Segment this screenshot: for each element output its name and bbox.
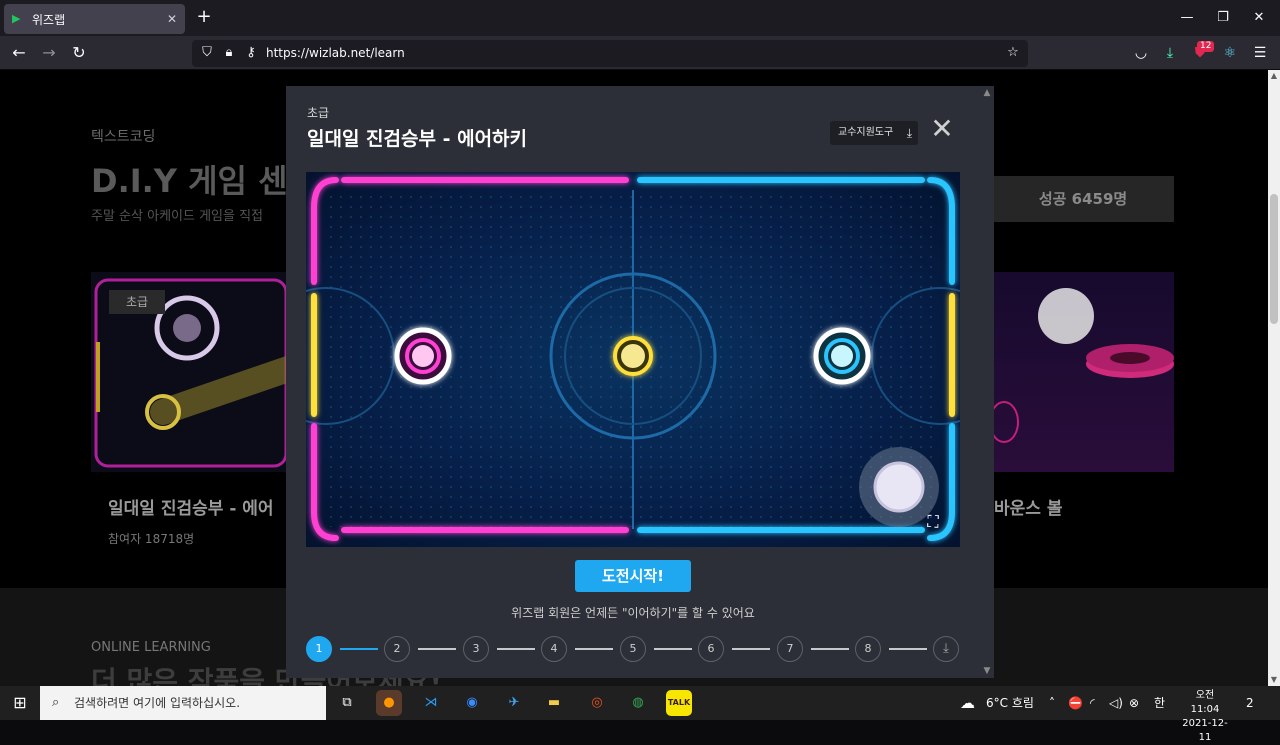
step-7[interactable]: 7 [777,636,803,662]
reload-icon[interactable]: ↻ [68,42,90,64]
step-connector [340,648,378,650]
game-detail-modal: 초급 일대일 진검승부 - 에어하키 교수지원도구 ⤓ ✕ ⛶ 도전시작! 위즈… [286,86,994,678]
scroll-up-arrow-icon[interactable]: ▲ [1268,70,1280,82]
weather-text[interactable]: 6°C 흐림 [986,686,1034,720]
lesson-stepper: 1 2 3 4 5 6 7 8 ⤓ [306,636,960,662]
card-participant-count: 참여자 18718명 [108,532,195,546]
bookmark-star-icon[interactable]: ☆ [1004,44,1022,62]
search-placeholder: 검색하려면 여기에 입력하십시오. [74,696,241,710]
online-learning-label: ONLINE LEARNING [91,640,211,655]
category-label: 텍스트코딩 [91,129,156,145]
telegram-icon[interactable]: ✈ [501,690,527,716]
step-connector [497,648,535,650]
start-challenge-button[interactable]: 도전시작! [575,560,691,592]
step-connector [418,648,456,650]
download-icon[interactable]: ⤓ [1159,42,1181,64]
vscode-icon[interactable]: ⋊ [418,690,444,716]
back-arrow-icon[interactable]: ← [8,42,30,64]
card-level-badge: 초급 [109,290,165,314]
step-connector [732,648,770,650]
card-title-right[interactable]: 바운스 볼 [994,494,1062,519]
tab-wizlab[interactable]: ▶ 위즈랩 ✕ [4,4,185,34]
success-count-badge: 성공 6459명 [992,176,1174,222]
address-bar[interactable]: ⛉ 🔒︎ ⚷ https://wizlab.net/learn ☆ [192,40,1028,67]
system-clock[interactable]: 오전 11:04 2021-12-11 [1180,689,1230,745]
step-3[interactable]: 3 [463,636,489,662]
modal-scroll-down-icon[interactable]: ▼ [980,666,994,676]
download-icon: ⤓ [906,126,912,140]
step-connector [575,648,613,650]
wifi-icon[interactable]: ◜ [1090,686,1095,720]
firefox-icon[interactable]: ● [376,690,402,716]
modal-level-label: 초급 [307,106,330,120]
tab-close-icon[interactable]: ✕ [167,12,177,26]
air-hockey-field [306,177,960,541]
forward-arrow-icon[interactable]: → [38,42,60,64]
step-connector [654,648,692,650]
page-subtitle: 주말 순삭 아케이드 게임을 직접 [91,209,264,224]
page-headline: D.I.Y 게임 센터 [91,162,317,200]
modal-title: 일대일 진검승부 - 에어하키 [307,128,528,150]
game-card-thumbnail-right[interactable] [989,272,1174,472]
volume-icon[interactable]: ◁) [1109,686,1123,720]
step-1[interactable]: 1 [306,636,332,662]
tray-app-icon[interactable]: ⛔ [1068,686,1083,720]
tray-expand-icon[interactable]: ˄ [1049,686,1055,720]
step-connector [811,648,849,650]
file-explorer-icon[interactable]: ▬ [541,690,567,716]
air-hockey-game-canvas[interactable]: ⛶ [306,172,960,547]
scrollbar-thumb[interactable] [1270,194,1278,324]
url-text[interactable]: https://wizlab.net/learn [266,46,405,60]
react-devtools-icon[interactable]: ⚛ [1219,42,1241,64]
ubuntu-icon[interactable]: ◎ [584,690,610,716]
page-scrollbar[interactable]: ▲ ▼ [1268,70,1280,686]
shield-icon[interactable]: ⛉ [198,44,216,62]
clock-date: 2021-12-11 [1182,718,1228,743]
ime-indicator[interactable]: 한 [1154,686,1165,720]
clock-time: 오전 11:04 [1190,690,1220,715]
wizlab-favicon-icon: ▶ [12,12,21,25]
step-2[interactable]: 2 [384,636,410,662]
step-connector [889,648,927,650]
tray-close-icon[interactable]: ⊗ [1129,686,1139,720]
windows-start-icon[interactable]: ⊞ [0,686,40,720]
windows-taskbar: ⊞ ⌕ 검색하려면 여기에 입력하십시오. ⧉ ● ⋊ ◉ ✈ ▬ ◎ ◍ TA… [0,686,1280,743]
modal-scroll-up-icon[interactable]: ▲ [980,88,994,98]
step-6[interactable]: 6 [698,636,724,662]
tab-title: 위즈랩 [32,12,66,27]
teacher-tool-button[interactable]: 교수지원도구 ⤓ [830,121,918,145]
menu-icon[interactable]: ☰ [1249,42,1271,64]
modal-scrollbar[interactable]: ▲ ▼ [980,86,994,678]
card-title-left[interactable]: 일대일 진검승부 - 에어 [108,494,274,519]
nav-toolbar: ← → ↻ ⛉ 🔒︎ ⚷ https://wizlab.net/learn ☆ … [0,36,1280,70]
kakaotalk-icon[interactable]: TALK [666,690,692,716]
lock-icon[interactable]: 🔒︎ [220,44,238,62]
pocket-icon[interactable]: ◡ [1130,42,1152,64]
new-tab-button[interactable]: + [194,7,214,27]
key-icon[interactable]: ⚷ [242,44,260,62]
extension-badge: 12 [1197,41,1215,52]
teacher-tool-label: 교수지원도구 [838,127,894,138]
step-8[interactable]: 8 [855,636,881,662]
fullscreen-icon[interactable]: ⛶ [922,511,944,533]
search-icon: ⌕ [52,695,60,710]
chrome-icon[interactable]: ◍ [625,690,651,716]
step-5[interactable]: 5 [620,636,646,662]
notification-count: 2 [1246,696,1254,710]
step-4[interactable]: 4 [541,636,567,662]
scroll-down-arrow-icon[interactable]: ▼ [1268,674,1280,686]
weather-cloud-icon[interactable]: ☁ [960,686,975,720]
step-download-icon[interactable]: ⤓ [933,636,959,662]
modal-close-icon[interactable]: ✕ [929,115,955,143]
card-right-art [989,288,1174,443]
close-window-button[interactable]: ✕ [1236,0,1280,36]
continue-note: 위즈랩 회원은 언제든 "이어하기"를 할 수 있어요 [511,606,755,620]
notification-center-icon[interactable]: 2 [1246,686,1254,720]
tab-bar: ▶ 위즈랩 ✕ + — ❐ ✕ [0,0,1280,36]
task-view-icon[interactable]: ⧉ [334,690,360,716]
taskbar-search-box[interactable]: ⌕ 검색하려면 여기에 입력하십시오. [40,686,326,720]
maps-icon[interactable]: ◉ [459,690,485,716]
